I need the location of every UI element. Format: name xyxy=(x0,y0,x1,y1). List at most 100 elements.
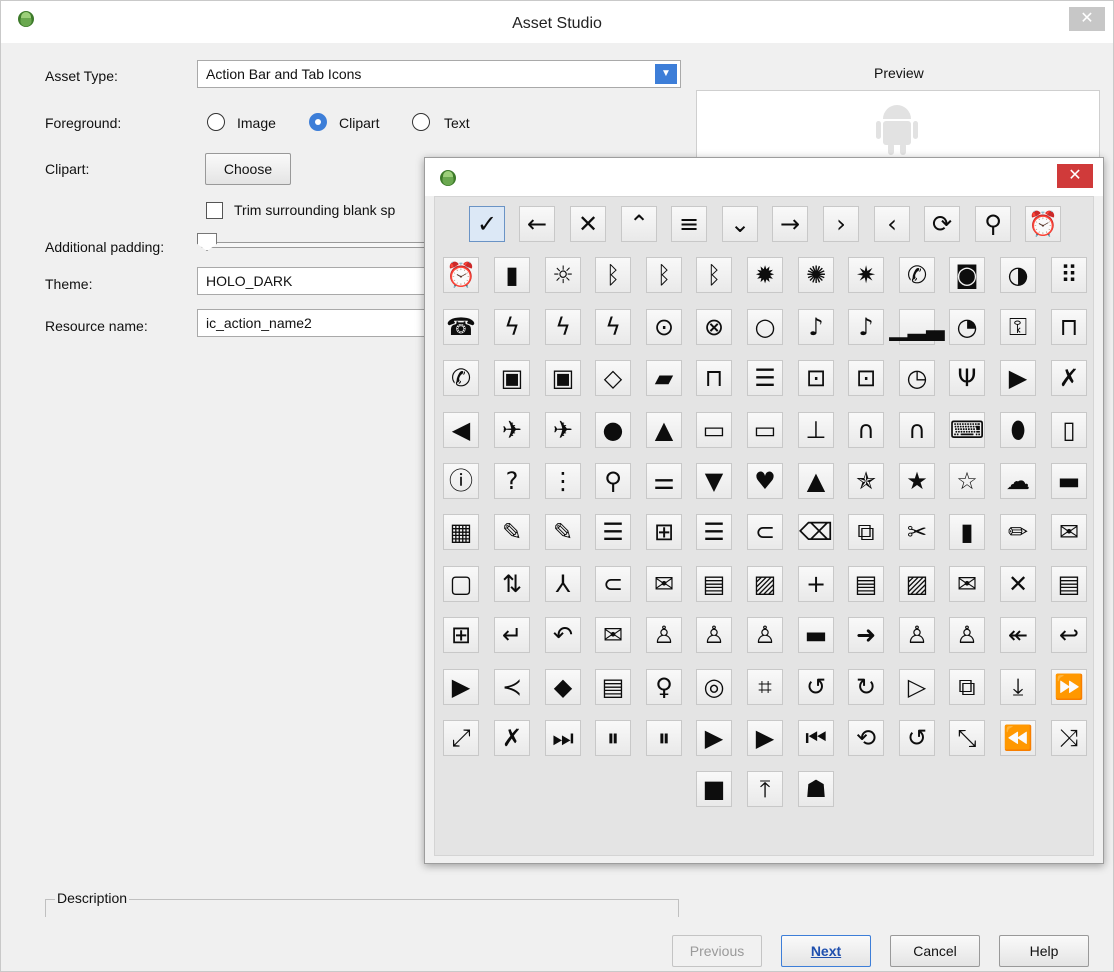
remove-icon[interactable]: ✕ xyxy=(1000,566,1036,602)
heart-icon[interactable]: ♥ xyxy=(747,463,783,499)
import-export-icon[interactable]: ⇅ xyxy=(494,566,530,602)
backspace-icon[interactable]: ⌫ xyxy=(798,514,834,550)
overflow-icon[interactable]: ⋮ xyxy=(545,463,581,499)
bluetooth-searching-icon[interactable]: ᛒ xyxy=(595,257,631,293)
delete-icon[interactable]: ▮ xyxy=(949,514,985,550)
android-icon[interactable]: ☗ xyxy=(798,771,834,807)
next-icon[interactable]: ⏭ xyxy=(545,720,581,756)
email-icon[interactable]: ✉ xyxy=(1051,514,1087,550)
lock-icon[interactable]: ⊓ xyxy=(1051,309,1087,345)
edit-icon[interactable]: ✎ xyxy=(494,514,530,550)
bluetooth-icon[interactable]: ᛒ xyxy=(696,257,732,293)
return-from-full-screen-icon[interactable]: ⤡ xyxy=(949,720,985,756)
vpn-key-icon[interactable]: ⚿ xyxy=(1000,309,1036,345)
view-grid-icon[interactable]: ⊞ xyxy=(646,514,682,550)
crop-icon[interactable]: ⌗ xyxy=(747,669,783,705)
sd-card-icon[interactable]: ▰ xyxy=(646,360,682,396)
place-icon[interactable]: ♀ xyxy=(646,669,682,705)
bluetooth-connected-icon[interactable]: ᛒ xyxy=(646,257,682,293)
dropdown-arrow-icon[interactable]: ▼ xyxy=(655,64,677,84)
play-over-video-icon[interactable]: ▶ xyxy=(696,720,732,756)
mic-off-icon[interactable]: ♪ xyxy=(798,309,834,345)
mouse-icon[interactable]: ⬮ xyxy=(1000,412,1036,448)
warning-icon[interactable]: ▲ xyxy=(646,412,682,448)
phone-device-icon[interactable]: ▯ xyxy=(1051,412,1087,448)
star-icon[interactable]: ★ xyxy=(899,463,935,499)
settings-icon[interactable]: ⚌ xyxy=(646,463,682,499)
gps-fixed-icon[interactable]: ⊙ xyxy=(646,309,682,345)
resource-name-input[interactable]: ic_action_name2 xyxy=(197,309,437,337)
pause-over-video-icon[interactable]: ⏸ xyxy=(595,720,631,756)
new-edit-icon[interactable]: ✎ xyxy=(545,514,581,550)
radio-clipart-label[interactable]: Clipart xyxy=(339,115,379,131)
battery-charging-icon[interactable]: ϟ xyxy=(494,309,530,345)
new-attachment-icon[interactable]: ⊂ xyxy=(595,566,631,602)
help-button[interactable]: Help xyxy=(999,935,1089,967)
play-icon[interactable]: ▶ xyxy=(747,720,783,756)
star-outline-icon[interactable]: ☆ xyxy=(949,463,985,499)
stop-icon[interactable]: ■ xyxy=(696,771,732,807)
sort-icon[interactable]: ☰ xyxy=(595,514,631,550)
shuffle-icon[interactable]: ⤨ xyxy=(1051,720,1087,756)
gps-off-icon[interactable]: ⊗ xyxy=(696,309,732,345)
padding-slider-thumb[interactable] xyxy=(197,233,217,251)
add-icon[interactable]: + xyxy=(798,566,834,602)
reply-icon[interactable]: ↩ xyxy=(1051,617,1087,653)
close-icon[interactable]: ✕ xyxy=(570,206,606,242)
paste-icon[interactable]: ▤ xyxy=(848,566,884,602)
headset-icon[interactable]: ∩ xyxy=(899,412,935,448)
radio-text[interactable] xyxy=(412,113,430,131)
group-icon[interactable]: ♙ xyxy=(747,617,783,653)
radio-text-label[interactable]: Text xyxy=(444,115,470,131)
download-icon[interactable]: ⤓ xyxy=(1000,669,1036,705)
radio-image[interactable] xyxy=(207,113,225,131)
view-list-icon[interactable]: ☰ xyxy=(696,514,732,550)
new-window-icon[interactable]: ⧉ xyxy=(949,669,985,705)
menu-icon[interactable]: ≡ xyxy=(671,206,707,242)
pin-icon[interactable]: ✗ xyxy=(494,720,530,756)
radio-image-label[interactable]: Image xyxy=(237,115,276,131)
add-group-icon[interactable]: ♙ xyxy=(646,617,682,653)
radio-clipart[interactable] xyxy=(309,113,327,131)
event-icon[interactable]: ▢ xyxy=(443,566,479,602)
help-icon[interactable]: ? xyxy=(494,463,530,499)
chevron-down-icon[interactable]: ⌄ xyxy=(722,206,758,242)
laptop-icon[interactable]: ▭ xyxy=(696,412,732,448)
trim-checkbox[interactable] xyxy=(206,202,223,219)
unread-icon[interactable]: ✉ xyxy=(595,617,631,653)
screen-lock-portrait-icon[interactable]: ▣ xyxy=(545,360,581,396)
slideshow-icon[interactable]: ▷ xyxy=(899,669,935,705)
rotate-right-icon[interactable]: ↻ xyxy=(848,669,884,705)
video-icon[interactable]: ▶ xyxy=(1000,360,1036,396)
directions-icon[interactable]: ◆ xyxy=(545,669,581,705)
flash-on-icon[interactable]: ϟ xyxy=(595,309,631,345)
previous-icon[interactable]: ⏮ xyxy=(798,720,834,756)
brightness-medium-icon[interactable]: ✷ xyxy=(848,257,884,293)
phone-icon[interactable]: ✆ xyxy=(899,257,935,293)
add-alarm-icon[interactable]: ⏰ xyxy=(1025,206,1061,242)
merge-icon[interactable]: ⅄ xyxy=(545,566,581,602)
full-screen-icon[interactable]: ⤢ xyxy=(443,720,479,756)
brightness-auto-icon[interactable]: ✹ xyxy=(747,257,783,293)
share-icon[interactable]: ≺ xyxy=(494,669,530,705)
forward-icon[interactable]: ➜ xyxy=(848,617,884,653)
mic-icon[interactable]: ♪ xyxy=(848,309,884,345)
dock-icon[interactable]: ⊥ xyxy=(798,412,834,448)
star-half-icon[interactable]: ✯ xyxy=(848,463,884,499)
switch-camera-icon[interactable]: ⊡ xyxy=(798,360,834,396)
clipart-dialog-close-button[interactable]: ✕ xyxy=(1057,164,1093,188)
chevron-right-icon[interactable]: › xyxy=(823,206,859,242)
calendar-icon[interactable]: ▦ xyxy=(443,514,479,550)
reply-all-icon[interactable]: ↞ xyxy=(1000,617,1036,653)
alarm-icon[interactable]: ⏰ xyxy=(443,257,479,293)
magnify-icon[interactable]: ⚲ xyxy=(595,463,631,499)
rewind-icon[interactable]: ⏪ xyxy=(1000,720,1036,756)
send-icon[interactable]: ▶ xyxy=(443,669,479,705)
volume-muted-icon[interactable]: ✗ xyxy=(1051,360,1087,396)
save-icon[interactable]: ▤ xyxy=(1051,566,1087,602)
secure-icon[interactable]: ⊓ xyxy=(696,360,732,396)
web-site-icon[interactable]: ◎ xyxy=(696,669,732,705)
pause-icon[interactable]: ⏸ xyxy=(646,720,682,756)
signal-icon[interactable]: ▁▂▃ xyxy=(889,309,945,345)
attachment-icon[interactable]: ⊂ xyxy=(747,514,783,550)
